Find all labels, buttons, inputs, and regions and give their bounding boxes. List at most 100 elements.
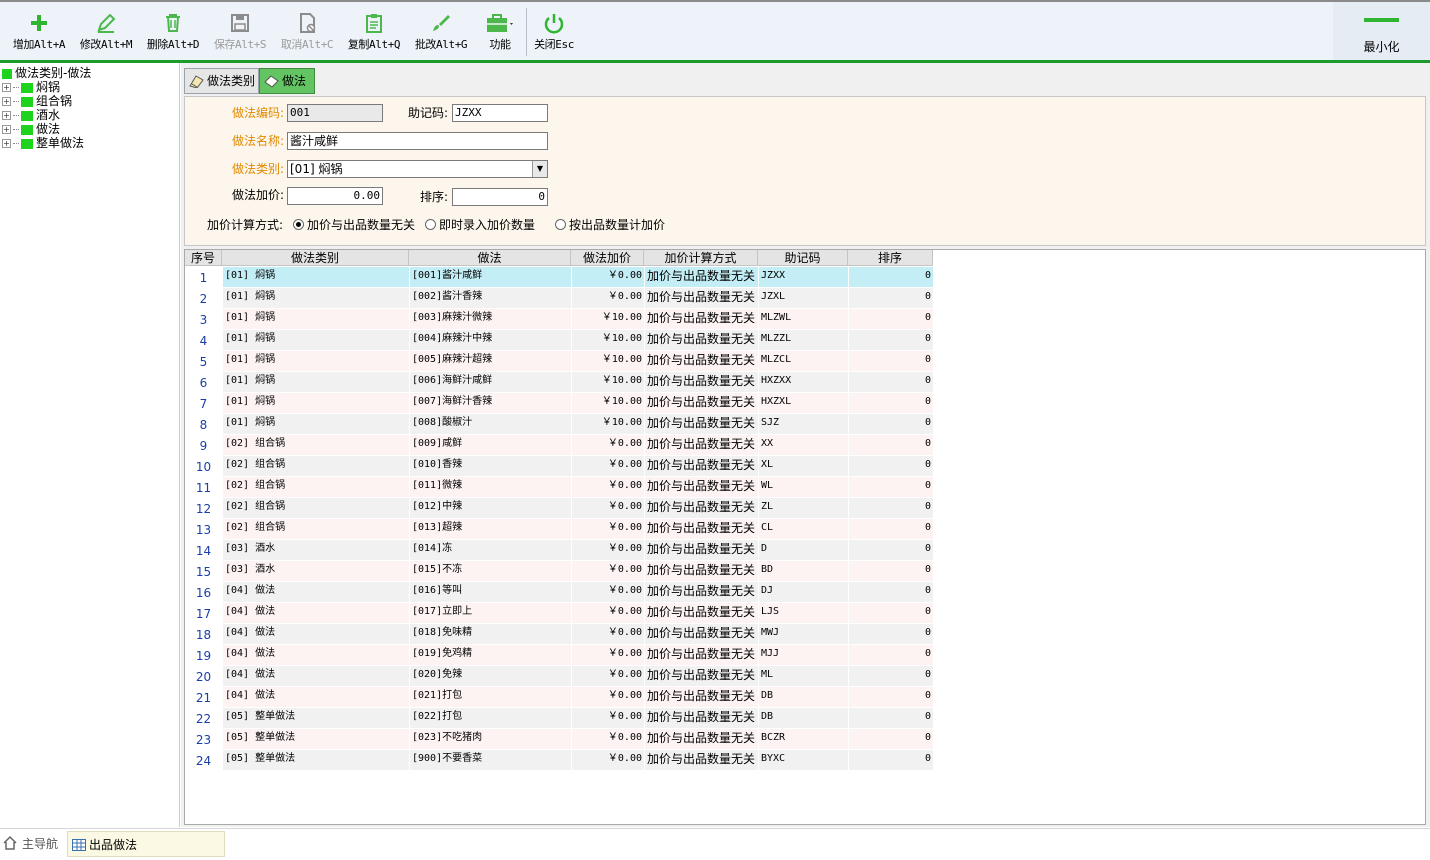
cell-category: [05] 整单做法 bbox=[223, 729, 409, 750]
cell-calc: 加价与出品数量无关 bbox=[645, 687, 758, 708]
cell-name: [008]酸椒汁 bbox=[410, 414, 571, 435]
table-row[interactable]: 13 [02] 组合锅 [013]超辣 ￥0.00 加价与出品数量无关 CL 0 bbox=[185, 519, 933, 540]
tree-item-menguo[interactable]: + 焖锅 bbox=[2, 80, 60, 94]
table-row[interactable]: 20 [04] 做法 [020]免辣 ￥0.00 加价与出品数量无关 ML 0 bbox=[185, 666, 933, 687]
table-row[interactable]: 15 [03] 酒水 [015]不冻 ￥0.00 加价与出品数量无关 BD 0 bbox=[185, 561, 933, 582]
column-header[interactable]: 做法 bbox=[409, 250, 571, 266]
cell-code: HXZXX bbox=[759, 372, 848, 393]
tree-root-label: 做法类别-做法 bbox=[15, 66, 92, 80]
cell-category: [02] 组合锅 bbox=[223, 477, 409, 498]
mnemonic-label: 助记码: bbox=[408, 106, 449, 120]
close-button[interactable]: 关闭Esc bbox=[530, 8, 578, 58]
tree-item-zuofa[interactable]: + 做法 bbox=[2, 122, 60, 136]
column-header[interactable]: 做法类别 bbox=[222, 250, 409, 266]
calc-radio-by-quantity[interactable]: 按出品数量计加价 bbox=[555, 217, 665, 233]
cell-category: [04] 做法 bbox=[223, 645, 409, 666]
table-row[interactable]: 22 [05] 整单做法 [022]打包 ￥0.00 加价与出品数量无关 DB 0 bbox=[185, 708, 933, 729]
save-button[interactable]: 保存Alt+S bbox=[209, 8, 271, 58]
tree-item-jiushui[interactable]: + 酒水 bbox=[2, 108, 60, 122]
table-row[interactable]: 17 [04] 做法 [017]立即上 ￥0.00 加价与出品数量无关 LJS 0 bbox=[185, 603, 933, 624]
table-row[interactable]: 6 [01] 焖锅 [006]海鲜汁咸鲜 ￥10.00 加价与出品数量无关 HXZXX 0 bbox=[185, 372, 933, 393]
column-header[interactable]: 加价计算方式 bbox=[644, 250, 758, 266]
tree-root[interactable]: 做法类别-做法 bbox=[2, 66, 91, 80]
tree-folder-icon bbox=[2, 68, 12, 79]
tab-category[interactable]: 做法类别 bbox=[184, 68, 259, 94]
cell-name: [003]麻辣汁微辣 bbox=[410, 309, 571, 330]
table-row[interactable]: 2 [01] 焖锅 [002]酱汁香辣 ￥0.00 加价与出品数量无关 JZXL 0 bbox=[185, 288, 933, 309]
minimize-button[interactable]: 最小化 bbox=[1333, 2, 1430, 60]
tree-item-zhengdan[interactable]: + 整单做法 bbox=[2, 136, 84, 150]
cell-price: ￥0.00 bbox=[572, 582, 644, 603]
cell-name: [006]海鲜汁咸鲜 bbox=[410, 372, 571, 393]
add-button-label: 增加Alt+A bbox=[12, 38, 66, 51]
column-header[interactable]: 序号 bbox=[185, 250, 222, 266]
add-button[interactable]: 增加Alt+A bbox=[8, 8, 70, 58]
table-row[interactable]: 9 [02] 组合锅 [009]咸鲜 ￥0.00 加价与出品数量无关 XX 0 bbox=[185, 435, 933, 456]
column-header[interactable]: 排序 bbox=[848, 250, 933, 266]
copy-button[interactable]: 复制Alt+Q bbox=[343, 8, 405, 58]
edit-button[interactable]: 修改Alt+M bbox=[75, 8, 137, 58]
tree-folder-icon bbox=[21, 110, 33, 121]
expand-icon[interactable]: + bbox=[2, 125, 11, 134]
cell-name: [023]不吃猪肉 bbox=[410, 729, 571, 750]
cell-name: [022]打包 bbox=[410, 708, 571, 729]
tree-item-label: 做法 bbox=[36, 122, 61, 136]
brush-icon bbox=[433, 15, 450, 31]
cell-no: 5 bbox=[185, 351, 222, 372]
cancel-button[interactable]: 取消Alt+C bbox=[276, 8, 338, 58]
name-field[interactable]: 酱汁咸鲜 bbox=[287, 132, 548, 150]
table-row[interactable]: 5 [01] 焖锅 [005]麻辣汁超辣 ￥10.00 加价与出品数量无关 MLZCL 0 bbox=[185, 351, 933, 372]
table-row[interactable]: 16 [04] 做法 [016]等叫 ￥0.00 加价与出品数量无关 DJ 0 bbox=[185, 582, 933, 603]
cell-calc: 加价与出品数量无关 bbox=[645, 540, 758, 561]
table-row[interactable]: 24 [05] 整单做法 [900]不要香菜 ￥0.00 加价与出品数量无关 BYXC 0 bbox=[185, 750, 933, 771]
table-row[interactable]: 11 [02] 组合锅 [011]微辣 ￥0.00 加价与出品数量无关 WL 0 bbox=[185, 477, 933, 498]
cell-calc: 加价与出品数量无关 bbox=[645, 477, 758, 498]
tree-item-label: 焖锅 bbox=[36, 80, 61, 94]
function-button[interactable]: 功能 bbox=[478, 8, 522, 58]
column-header[interactable]: 助记码 bbox=[758, 250, 848, 266]
category-select[interactable]: [01] 焖锅 ▼ bbox=[287, 160, 548, 178]
cell-price: ￥0.00 bbox=[572, 624, 644, 645]
cell-price: ￥10.00 bbox=[572, 372, 644, 393]
tab-method[interactable]: 做法 bbox=[259, 68, 315, 94]
table-row[interactable]: 10 [02] 组合锅 [010]香辣 ￥0.00 加价与出品数量无关 XL 0 bbox=[185, 456, 933, 477]
mnemonic-field[interactable]: JZXX bbox=[452, 104, 548, 122]
expand-icon[interactable]: + bbox=[2, 83, 11, 92]
code-field[interactable]: 001 bbox=[287, 104, 383, 122]
table-row[interactable]: 8 [01] 焖锅 [008]酸椒汁 ￥10.00 加价与出品数量无关 SJZ 0 bbox=[185, 414, 933, 435]
window-tab-method[interactable]: 出品做法 bbox=[67, 831, 225, 857]
chevron-down-icon[interactable]: ▼ bbox=[532, 161, 547, 177]
table-row[interactable]: 4 [01] 焖锅 [004]麻辣汁中辣 ￥10.00 加价与出品数量无关 MLZZL 0 bbox=[185, 330, 933, 351]
expand-icon[interactable]: + bbox=[2, 111, 11, 120]
calc-radio-instant[interactable]: 即时录入加价数量 bbox=[425, 217, 535, 233]
tree-item-zuheguo[interactable]: + 组合锅 bbox=[2, 94, 72, 108]
table-row[interactable]: 19 [04] 做法 [019]免鸡精 ￥0.00 加价与出品数量无关 MJJ 0 bbox=[185, 645, 933, 666]
cell-calc: 加价与出品数量无关 bbox=[645, 330, 758, 351]
table-row[interactable]: 21 [04] 做法 [021]打包 ￥0.00 加价与出品数量无关 DB 0 bbox=[185, 687, 933, 708]
cell-calc: 加价与出品数量无关 bbox=[645, 603, 758, 624]
category-select-value: [01] 焖锅 bbox=[290, 162, 343, 176]
batch-edit-button[interactable]: 批改Alt+G bbox=[410, 8, 472, 58]
expand-icon[interactable]: + bbox=[2, 139, 11, 148]
table-row[interactable]: 1 [01] 焖锅 [001]酱汁咸鲜 ￥0.00 加价与出品数量无关 JZXX 0 bbox=[185, 267, 933, 288]
cell-sort: 0 bbox=[849, 414, 933, 435]
calc-radio-unrelated[interactable]: 加价与出品数量无关 bbox=[293, 217, 415, 233]
tab-category-label: 做法类别 bbox=[207, 74, 256, 88]
table-row[interactable]: 23 [05] 整单做法 [023]不吃猪肉 ￥0.00 加价与出品数量无关 BCZR 0 bbox=[185, 729, 933, 750]
expand-icon[interactable]: + bbox=[2, 97, 11, 106]
table-row[interactable]: 12 [02] 组合锅 [012]中辣 ￥0.00 加价与出品数量无关 ZL 0 bbox=[185, 498, 933, 519]
table-row[interactable]: 14 [03] 酒水 [014]冻 ￥0.00 加价与出品数量无关 D 0 bbox=[185, 540, 933, 561]
column-header[interactable]: 做法加价 bbox=[571, 250, 644, 266]
table-row[interactable]: 3 [01] 焖锅 [003]麻辣汁微辣 ￥10.00 加价与出品数量无关 MLZWL 0 bbox=[185, 309, 933, 330]
tab-method-label: 做法 bbox=[282, 74, 307, 88]
sort-field[interactable]: 0 bbox=[452, 188, 548, 206]
table-row[interactable]: 18 [04] 做法 [018]免味精 ￥0.00 加价与出品数量无关 MWJ 0 bbox=[185, 624, 933, 645]
cell-code: D bbox=[759, 540, 848, 561]
cell-category: [02] 组合锅 bbox=[223, 519, 409, 540]
cell-sort: 0 bbox=[849, 456, 933, 477]
price-field[interactable]: 0.00 bbox=[287, 187, 383, 205]
close-button-label: 关闭Esc bbox=[534, 38, 574, 51]
home-nav-button[interactable]: 主导航 bbox=[2, 831, 64, 857]
table-row[interactable]: 7 [01] 焖锅 [007]海鲜汁香辣 ￥10.00 加价与出品数量无关 HXZXL 0 bbox=[185, 393, 933, 414]
delete-button[interactable]: 删除Alt+D bbox=[142, 8, 204, 58]
